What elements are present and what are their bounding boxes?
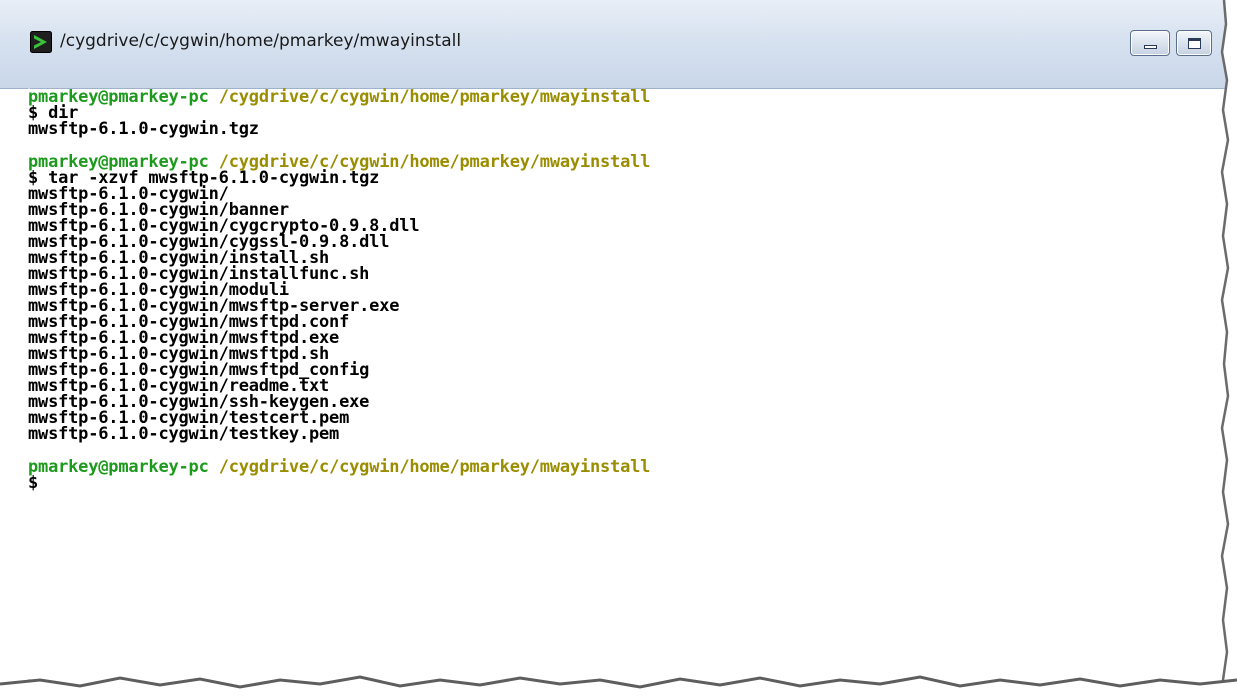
maximize-button[interactable] xyxy=(1176,30,1212,56)
output-line: mwsftp-6.1.0-cygwin/testkey.pem xyxy=(28,424,340,444)
window-titlebar[interactable]: /cygdrive/c/cygwin/home/pmarkey/mwayinst… xyxy=(0,0,1228,89)
output-line: mwsftp-6.1.0-cygwin.tgz xyxy=(28,119,259,139)
terminal-window: /cygdrive/c/cygwin/home/pmarkey/mwayinst… xyxy=(0,0,1237,696)
prompt-user-host: pmarkey@pmarkey-pc xyxy=(28,457,209,477)
prompt-line: pmarkey@pmarkey-pc /cygdrive/c/cygwin/ho… xyxy=(28,87,651,107)
torn-edge-right xyxy=(1220,0,1237,696)
torn-edge-bottom xyxy=(0,675,1237,696)
window-title: /cygdrive/c/cygwin/home/pmarkey/mwayinst… xyxy=(60,31,462,51)
minimize-button[interactable] xyxy=(1130,30,1170,56)
minimize-icon xyxy=(1144,45,1157,49)
prompt-line: pmarkey@pmarkey-pc /cygdrive/c/cygwin/ho… xyxy=(28,457,651,477)
prompt-path: /cygdrive/c/cygwin/home/pmarkey/mwayinst… xyxy=(218,87,651,107)
terminal-lines: pmarkey@pmarkey-pc /cygdrive/c/cygwin/ho… xyxy=(28,87,651,493)
command-line: $ xyxy=(28,473,39,493)
maximize-icon xyxy=(1188,38,1201,49)
terminal-output[interactable]: pmarkey@pmarkey-pc /cygdrive/c/cygwin/ho… xyxy=(28,89,1223,679)
cygwin-terminal-icon[interactable] xyxy=(30,31,52,53)
prompt-path: /cygdrive/c/cygwin/home/pmarkey/mwayinst… xyxy=(218,457,651,477)
